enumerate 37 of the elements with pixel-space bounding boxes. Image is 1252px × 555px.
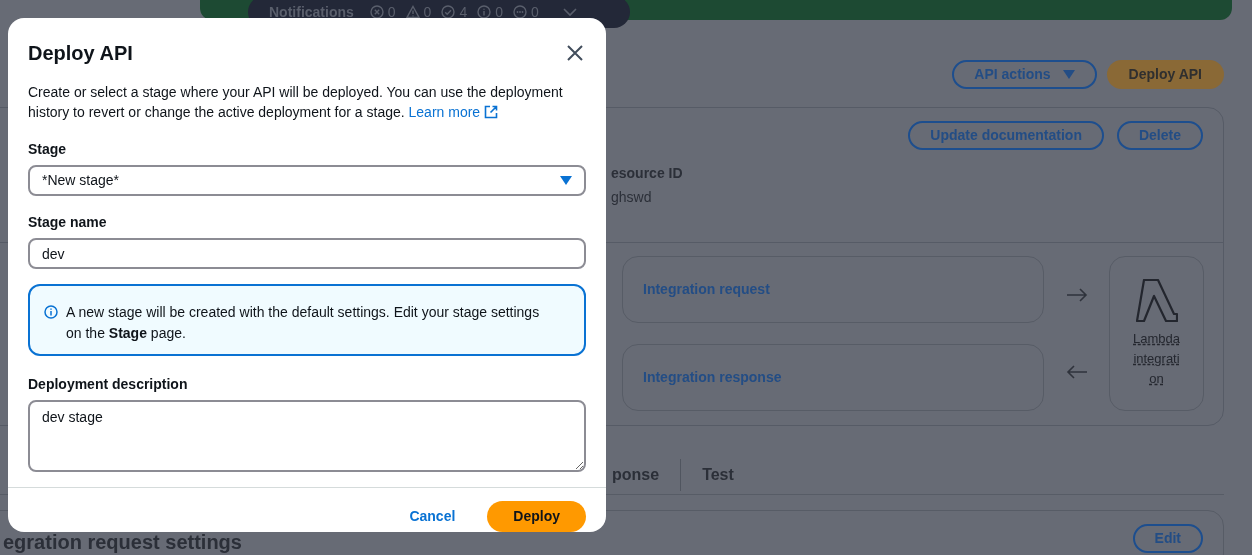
info-message: A new stage will be created with the default settings. Edit your stage settings on the Stage page. (66, 303, 541, 343)
success-icon (441, 5, 456, 19)
caret-down-icon (560, 176, 572, 185)
arrow-right-icon (1065, 287, 1088, 302)
dialog-title: Deploy API (28, 41, 133, 66)
deploy-button[interactable]: Deploy (487, 501, 586, 532)
caret-down-icon (1062, 70, 1075, 79)
cancel-button[interactable]: Cancel (389, 501, 476, 532)
integration-response-link[interactable]: Integration response (643, 367, 782, 388)
section-title: egration request settings (3, 530, 242, 555)
tab[interactable]: ponse (612, 463, 660, 487)
stage-name-input[interactable]: dev (28, 238, 586, 269)
stage-select[interactable]: *New stage* (28, 165, 586, 196)
close-icon[interactable] (566, 44, 584, 62)
field-value: ghswd (611, 188, 652, 207)
update-documentation-button[interactable]: Update documentation (908, 121, 1104, 150)
external-link-icon (484, 105, 499, 119)
field-label: Stage name (28, 213, 108, 232)
field-label: Deployment description (28, 375, 189, 394)
description-textarea[interactable]: dev stage (28, 400, 586, 472)
field-label: esource ID (611, 164, 683, 183)
edit-button[interactable]: Edit (1132, 524, 1203, 553)
pending-icon (512, 5, 527, 19)
tab[interactable]: Test (702, 463, 734, 487)
learn-more-link[interactable]: Learn more (408, 102, 499, 122)
api-actions-button[interactable]: API actions (952, 60, 1097, 89)
integration-request-link[interactable]: Integration request (643, 279, 770, 300)
delete-button[interactable]: Delete (1116, 121, 1203, 150)
warning-icon (405, 5, 420, 19)
lambda-label: Lambda integration (1132, 330, 1181, 388)
lambda-icon (1135, 279, 1178, 323)
info-icon (477, 5, 492, 19)
deploy-api-button[interactable]: Deploy API (1106, 60, 1224, 89)
info-icon (44, 305, 58, 319)
dialog-description: Create or select a stage where your API will be deployed. You can use the deployment history to revert or change the active deployment for a stage. Learn more (28, 83, 564, 122)
arrow-left-icon (1065, 365, 1088, 380)
field-label: Stage (28, 140, 68, 159)
